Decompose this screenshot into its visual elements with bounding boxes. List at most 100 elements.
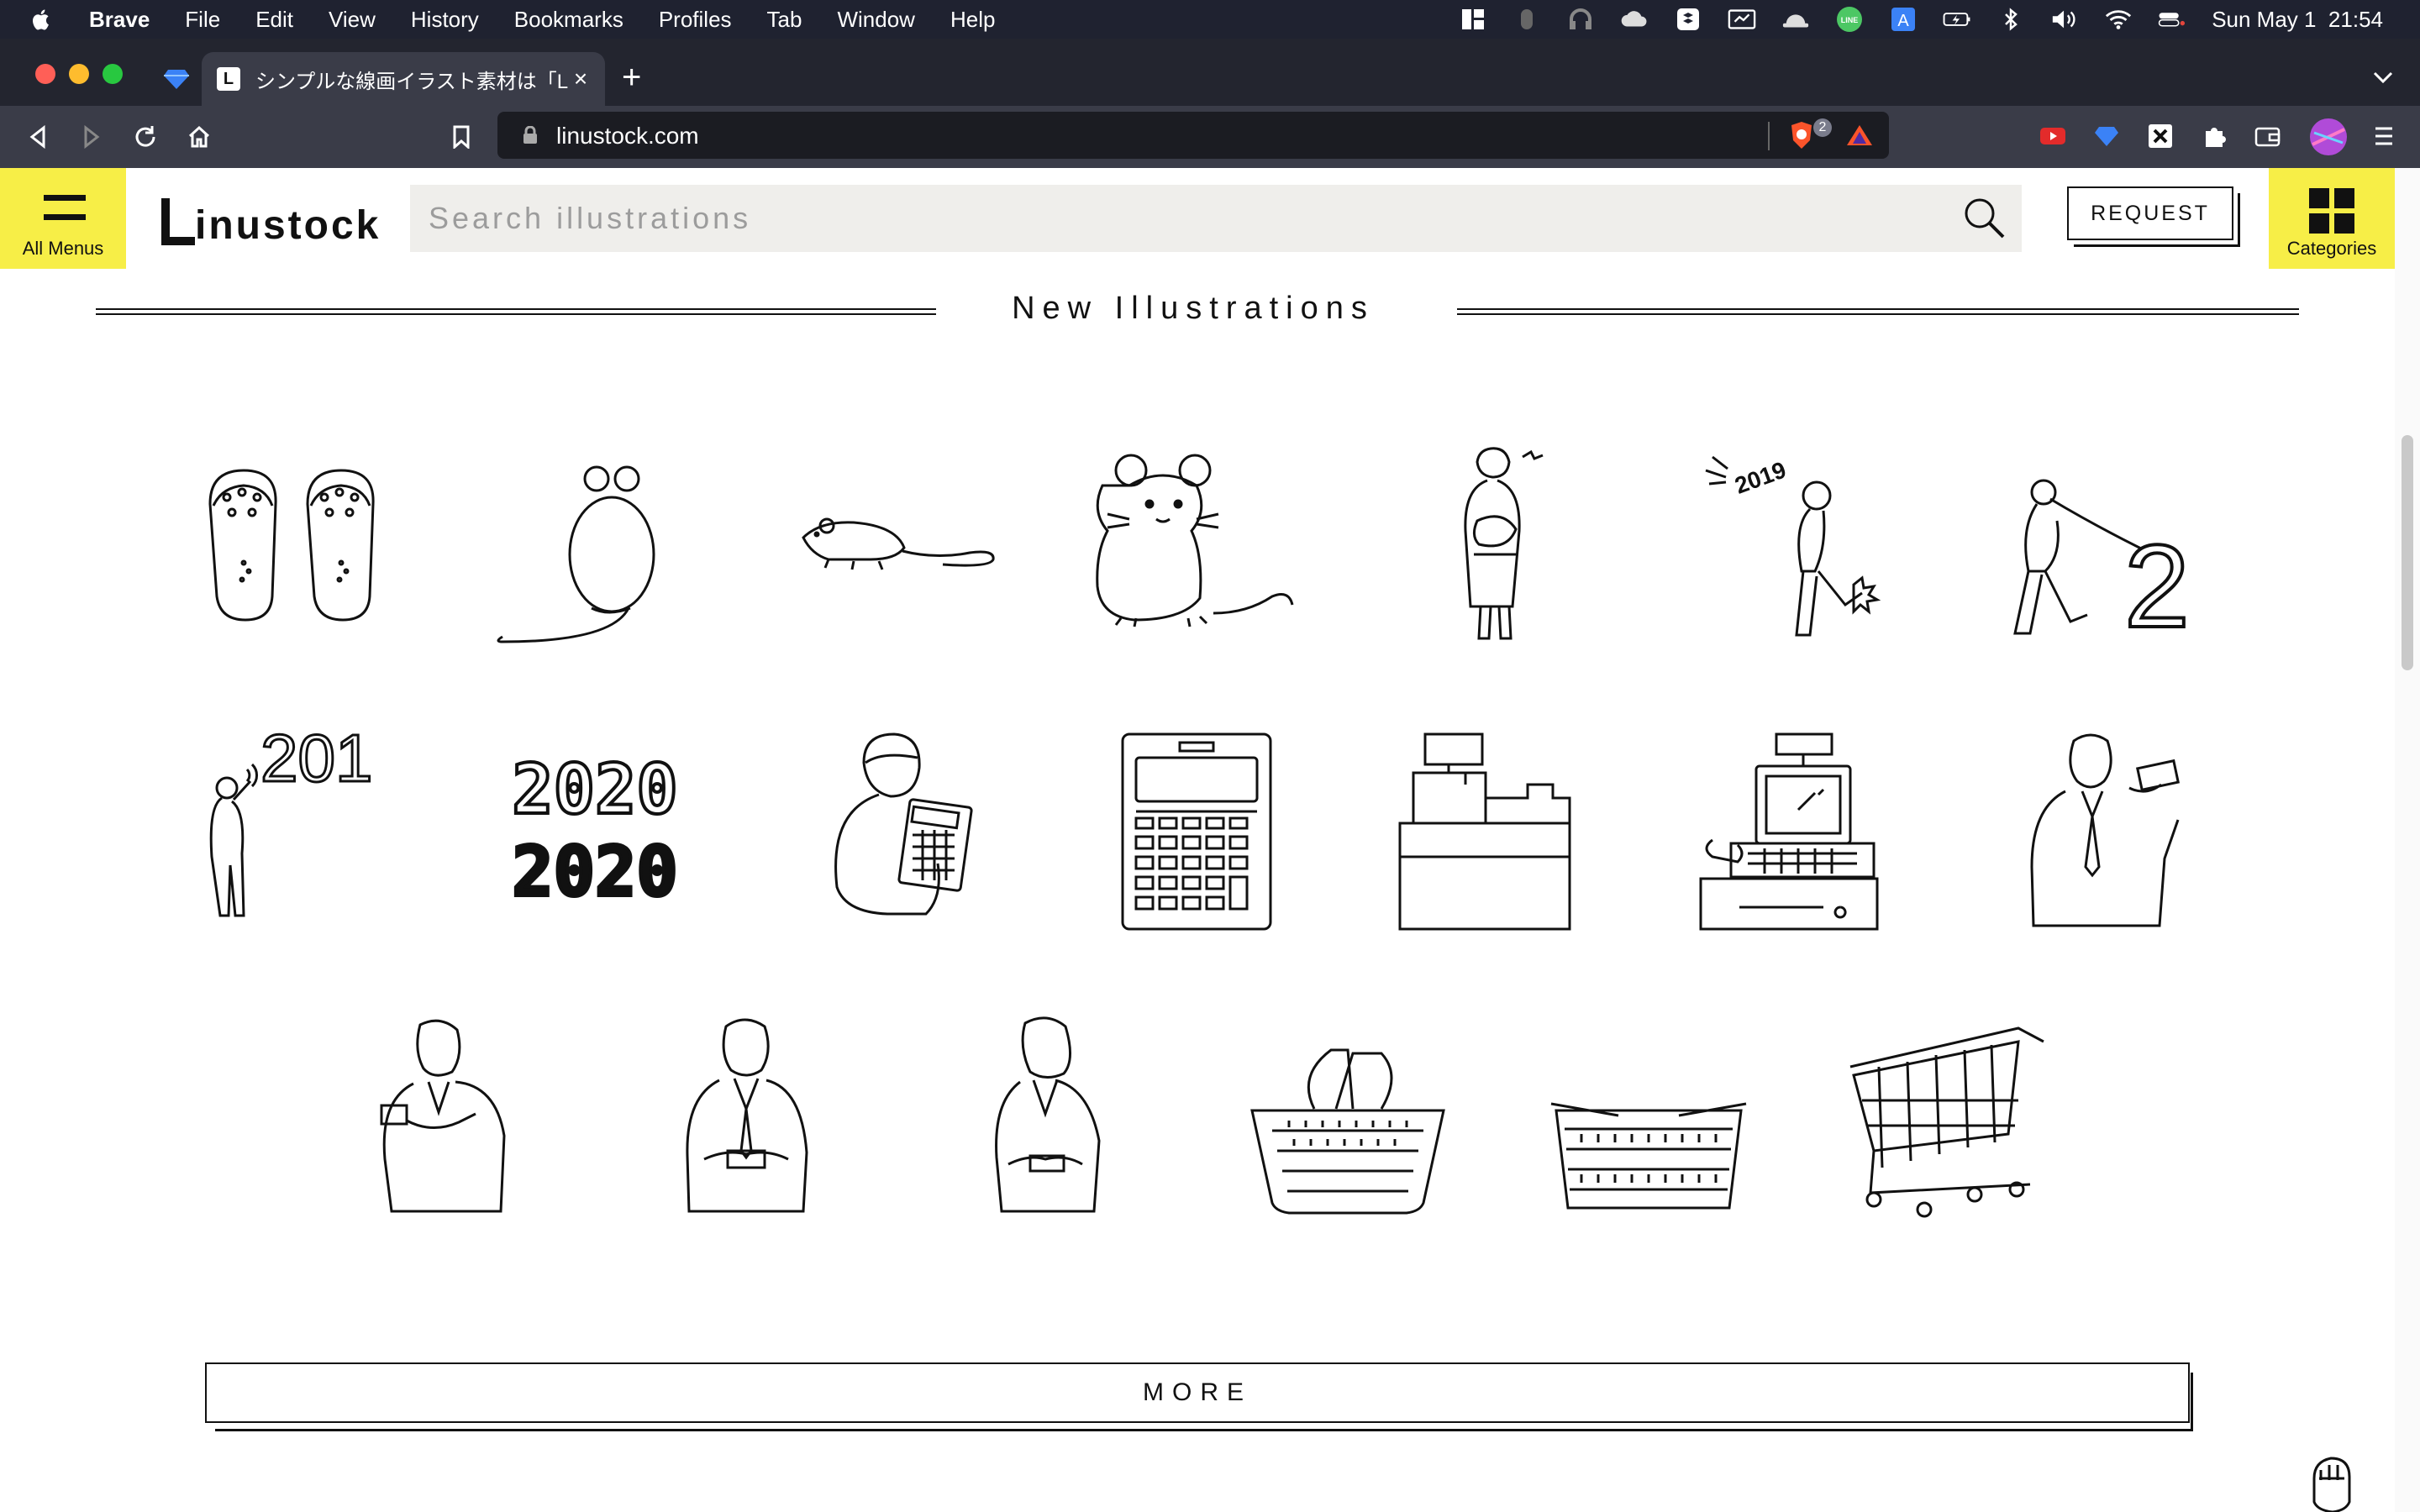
brave-shield-icon[interactable]: [1788, 120, 1815, 150]
diamond-extension-icon[interactable]: [2092, 122, 2121, 150]
all-menus-button[interactable]: All Menus: [0, 168, 126, 269]
browser-menu-icon[interactable]: [2370, 122, 2398, 150]
illustration-man-pulling-2[interactable]: 2: [1998, 445, 2200, 647]
illustration-woman-holding-rat[interactable]: [1397, 445, 1598, 647]
shield-count-badge: 2: [1813, 118, 1832, 137]
window-zoom-button[interactable]: [103, 64, 123, 84]
search-input[interactable]: [410, 185, 1948, 252]
x-extension-icon[interactable]: [2146, 122, 2175, 150]
illustration-sandals[interactable]: [193, 445, 395, 647]
brave-rewards-icon[interactable]: [1845, 123, 1874, 148]
page-scrollbar-thumb[interactable]: [2402, 435, 2413, 670]
illustration-calculator[interactable]: [1096, 731, 1297, 932]
section-title: New Illustrations: [1012, 291, 1375, 326]
forward-button[interactable]: [77, 123, 106, 151]
control-center-icon[interactable]: [2158, 8, 2186, 31]
menu-profiles[interactable]: Profiles: [659, 7, 732, 33]
url-separator: [1768, 122, 1770, 150]
illustration-shopping-basket-handles[interactable]: [1247, 1016, 1449, 1218]
year-outline-text: 2020: [512, 750, 677, 830]
categories-button[interactable]: Categories: [2269, 168, 2395, 269]
hat-icon[interactable]: [1781, 8, 1810, 31]
page-scrollbar-track[interactable]: [2395, 168, 2420, 1512]
home-button[interactable]: [185, 123, 213, 151]
window-minimize-button[interactable]: [69, 64, 89, 84]
status-tray: LINE A Sun May 1 21:54: [1459, 0, 2383, 39]
tab-favicon: L: [217, 67, 240, 91]
tab-close-icon[interactable]: ×: [568, 66, 593, 92]
menu-history[interactable]: History: [411, 7, 479, 33]
illustration-pos-register[interactable]: [1697, 731, 1899, 932]
illustration-rat-back[interactable]: [494, 445, 696, 647]
illustration-mouse-sitting[interactable]: [1096, 445, 1297, 647]
new-tab-button[interactable]: +: [622, 60, 641, 94]
chevron-down-icon[interactable]: [2371, 69, 2395, 86]
bookmark-icon: [453, 125, 470, 149]
categories-label: Categories: [2286, 238, 2377, 259]
address-bar[interactable]: [497, 112, 1889, 159]
more-button[interactable]: MORE: [205, 1362, 2190, 1423]
puzzle-extensions-icon[interactable]: [2200, 122, 2228, 150]
bluetooth-icon[interactable]: [1996, 8, 2025, 31]
reload-icon: [135, 126, 155, 147]
menu-bookmarks[interactable]: Bookmarks: [514, 7, 623, 33]
reload-button[interactable]: [131, 123, 160, 151]
menu-file[interactable]: File: [185, 7, 220, 33]
back-button[interactable]: [24, 123, 52, 151]
wifi-icon[interactable]: [2104, 8, 2133, 31]
url-text[interactable]: linustock.com: [556, 123, 699, 150]
cloud-icon[interactable]: [1620, 8, 1649, 31]
screen-capture-icon[interactable]: [1728, 8, 1756, 31]
lock-icon[interactable]: [523, 126, 538, 144]
wallet-icon[interactable]: [2254, 122, 2282, 150]
hamburger-icon: [44, 195, 86, 234]
menu-tab[interactable]: Tab: [767, 7, 802, 33]
illustration-woman-calculator[interactable]: [795, 731, 997, 932]
shout-digits-text: 201: [260, 731, 372, 795]
window-layout-icon[interactable]: [1459, 8, 1487, 31]
menu-edit[interactable]: Edit: [255, 7, 293, 33]
dropbox-icon[interactable]: [1674, 8, 1702, 31]
back-arrow-icon: [29, 125, 45, 149]
grid-icon: [2309, 188, 2354, 234]
request-button[interactable]: REQUEST: [2067, 186, 2233, 240]
menu-app-brave[interactable]: Brave: [89, 7, 150, 33]
logo-l-mark: [156, 197, 195, 247]
fist-mascot-icon[interactable]: [2307, 1453, 2354, 1512]
battery-icon[interactable]: [1943, 8, 1971, 31]
apple-icon[interactable]: [32, 8, 52, 31]
illustration-businessman-card-bow[interactable]: [645, 1016, 847, 1218]
input-badge-text: A: [1898, 12, 1910, 30]
all-menus-label: All Menus: [22, 238, 104, 259]
illustration-businessman-card[interactable]: [1998, 731, 2200, 932]
mouse-icon[interactable]: [1512, 8, 1541, 31]
diamond-tab-icon[interactable]: [163, 67, 190, 91]
illustration-2020-text[interactable]: 2020 2020: [494, 731, 696, 932]
window-close-button[interactable]: [35, 64, 55, 84]
headphones-icon[interactable]: [1566, 8, 1595, 31]
home-icon: [188, 125, 210, 148]
illustration-cash-register[interactable]: [1397, 731, 1598, 932]
pull-digit-text: 2: [2124, 520, 2190, 647]
illustration-businesswoman-card[interactable]: [345, 1016, 546, 1218]
menu-help[interactable]: Help: [950, 7, 995, 33]
search-button[interactable]: [1958, 192, 2010, 244]
youtube-extension-icon[interactable]: [2039, 122, 2067, 150]
volume-icon[interactable]: [2050, 8, 2079, 31]
illustration-mouse-walking[interactable]: [795, 445, 997, 647]
clock-text[interactable]: Sun May 1 21:54: [2212, 7, 2383, 33]
menu-view[interactable]: View: [329, 7, 376, 33]
line-badge-text: LINE: [1841, 16, 1859, 24]
illustration-man-kicking-2019[interactable]: 2019: [1697, 445, 1899, 647]
input-method-icon[interactable]: A: [1889, 8, 1918, 31]
illustration-businesswoman-card-bow[interactable]: [946, 1016, 1148, 1218]
profile-avatar-icon[interactable]: [2309, 118, 2348, 156]
illustration-shopping-cart[interactable]: [1849, 1016, 2050, 1218]
line-app-icon[interactable]: LINE: [1835, 7, 1864, 32]
bookmark-button[interactable]: [447, 123, 476, 151]
illustration-shopping-basket-flat[interactable]: [1548, 1016, 1749, 1218]
menu-window[interactable]: Window: [837, 7, 914, 33]
site-logo[interactable]: inustock: [156, 188, 381, 247]
illustration-woman-speaking-201[interactable]: 201: [193, 731, 395, 932]
active-tab[interactable]: L シンプルな線画イラスト素材は「Lin ×: [202, 52, 605, 106]
